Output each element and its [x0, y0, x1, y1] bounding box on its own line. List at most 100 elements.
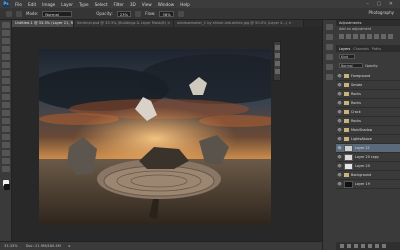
menu-select[interactable]: Select — [95, 2, 108, 7]
exposure-icon[interactable] — [360, 34, 365, 39]
visibility-eye-icon[interactable]: 👁 — [337, 119, 342, 123]
mode-select[interactable]: Normal — [42, 10, 73, 17]
visibility-eye-icon[interactable]: 👁 — [337, 128, 342, 132]
blend-mode-select[interactable]: Normal — [339, 63, 363, 68]
shape-tool-icon[interactable] — [1, 150, 10, 156]
link-layers-icon[interactable] — [340, 244, 344, 248]
tab-document-3[interactable]: windowmaker_1 by shiver-industries.jpg @… — [174, 20, 304, 27]
zoom-tool-icon[interactable] — [1, 166, 10, 172]
tab-document-2[interactable]: Sentinel.psd @ 33.3% (Buildings & Layer … — [74, 20, 174, 27]
document-canvas[interactable] — [39, 49, 271, 225]
properties-icon[interactable] — [274, 53, 280, 58]
layer-row-selected[interactable]: 👁 Layer 21 — [336, 144, 400, 153]
background-color-swatch[interactable] — [4, 184, 10, 190]
info-icon[interactable] — [274, 61, 280, 66]
tab-layers[interactable]: Layers — [339, 47, 350, 51]
hand-tool-icon[interactable] — [1, 158, 10, 164]
path-select-tool-icon[interactable] — [1, 142, 10, 148]
eyedropper-tool-icon[interactable] — [1, 62, 10, 68]
layer-row[interactable]: 👁 Foreground — [336, 72, 400, 81]
status-arrow-icon[interactable]: ▸ — [69, 244, 71, 248]
paragraph-panel-icon[interactable] — [326, 54, 333, 60]
history-brush-tool-icon[interactable] — [1, 94, 10, 100]
opacity-field[interactable]: 23% — [116, 10, 132, 17]
menu-file[interactable]: File — [15, 2, 22, 7]
visibility-eye-icon[interactable]: 👁 — [337, 83, 342, 87]
menu-layer[interactable]: Layer — [61, 2, 73, 7]
history-icon[interactable] — [274, 45, 280, 50]
type-tool-icon[interactable] — [1, 134, 10, 140]
pen-tool-icon[interactable] — [1, 126, 10, 132]
layer-row[interactable]: 👁 LightsAbove — [336, 135, 400, 144]
brush-settings-icon[interactable] — [274, 69, 280, 74]
airbrush-icon[interactable] — [177, 10, 184, 17]
menu-view[interactable]: View — [142, 2, 152, 7]
curves-icon[interactable] — [353, 34, 358, 39]
visibility-eye-icon[interactable]: 👁 — [337, 173, 342, 177]
marquee-tool-icon[interactable] — [1, 30, 10, 36]
brush-preset-icon[interactable] — [16, 10, 22, 17]
visibility-eye-icon[interactable]: 👁 — [337, 101, 342, 105]
brightness-icon[interactable] — [339, 34, 344, 39]
pressure-opacity-icon[interactable] — [135, 10, 142, 17]
swatches-panel-icon[interactable] — [326, 34, 333, 40]
flow-field[interactable]: 38% — [159, 10, 174, 17]
layer-row[interactable]: 👁 Rocks — [336, 117, 400, 126]
quick-select-tool-icon[interactable] — [1, 46, 10, 52]
dodge-tool-icon[interactable] — [1, 118, 10, 124]
levels-icon[interactable] — [346, 34, 351, 39]
visibility-eye-icon[interactable]: 👁 — [337, 137, 342, 141]
menu-image[interactable]: Image — [42, 2, 55, 7]
adjustment-layer-icon[interactable] — [361, 244, 365, 248]
new-layer-icon[interactable] — [375, 244, 379, 248]
layer-row[interactable]: 👁 Smoke — [336, 81, 400, 90]
eraser-tool-icon[interactable] — [1, 102, 10, 108]
menu-type[interactable]: Type — [79, 2, 89, 7]
brush-tool-icon[interactable] — [1, 78, 10, 84]
layer-row[interactable]: 👁 Rocks — [336, 99, 400, 108]
gradient-tool-icon[interactable] — [1, 110, 10, 116]
move-tool-icon[interactable] — [1, 22, 10, 28]
visibility-eye-icon[interactable]: 👁 — [337, 164, 342, 168]
crop-tool-icon[interactable] — [1, 54, 10, 60]
visibility-eye-icon[interactable]: 👁 — [337, 155, 342, 159]
delete-layer-icon[interactable] — [382, 244, 386, 248]
actions-panel-icon[interactable] — [326, 74, 333, 80]
color-balance-icon[interactable] — [381, 34, 386, 39]
layer-row[interactable]: 👁 Rocks — [336, 90, 400, 99]
character-panel-icon[interactable] — [326, 64, 333, 70]
visibility-eye-icon[interactable]: 👁 — [337, 182, 342, 186]
hue-saturation-icon[interactable] — [374, 34, 379, 39]
black-white-icon[interactable] — [388, 34, 393, 39]
layer-row[interactable]: 👁 Layer 20 copy — [336, 153, 400, 162]
brush-tool-icon[interactable] — [6, 10, 12, 17]
menu-filter[interactable]: Filter — [113, 2, 123, 7]
canvas-area[interactable] — [12, 27, 322, 241]
lasso-tool-icon[interactable] — [1, 38, 10, 44]
styles-panel-icon[interactable] — [326, 44, 333, 50]
layer-row[interactable]: 👁 Crack — [336, 108, 400, 117]
tab-document-1[interactable]: Untitled-1 @ 33.3% (Layer 21, RGB/8*) × — [12, 20, 74, 27]
layer-row[interactable]: 👁 Background — [336, 171, 400, 180]
vibrance-icon[interactable] — [367, 34, 372, 39]
menu-window[interactable]: Window — [158, 2, 175, 7]
visibility-eye-icon[interactable]: 👁 — [337, 110, 342, 114]
tab-paths[interactable]: Paths — [372, 47, 381, 51]
kind-filter[interactable]: Kind — [339, 54, 355, 59]
window-controls[interactable]: – ▢ ✕ — [366, 1, 396, 7]
zoom-level[interactable]: 33.33% — [4, 244, 18, 248]
layer-row[interactable]: 👁 MainShadow — [336, 126, 400, 135]
visibility-eye-icon[interactable]: 👁 — [337, 74, 342, 78]
healing-tool-icon[interactable] — [1, 70, 10, 76]
layer-row[interactable]: 👁 Layer 19 — [336, 180, 400, 189]
color-panel-icon[interactable] — [326, 24, 333, 30]
layer-row[interactable]: 👁 Layer 20 — [336, 162, 400, 171]
visibility-eye-icon[interactable]: 👁 — [337, 92, 342, 96]
menu-3d[interactable]: 3D — [130, 2, 136, 7]
visibility-eye-icon[interactable]: 👁 — [337, 146, 342, 150]
mask-icon[interactable] — [354, 244, 358, 248]
stamp-tool-icon[interactable] — [1, 86, 10, 92]
menu-edit[interactable]: Edit — [28, 2, 36, 7]
menu-help[interactable]: Help — [180, 2, 190, 7]
tab-channels[interactable]: Channels — [353, 47, 369, 51]
